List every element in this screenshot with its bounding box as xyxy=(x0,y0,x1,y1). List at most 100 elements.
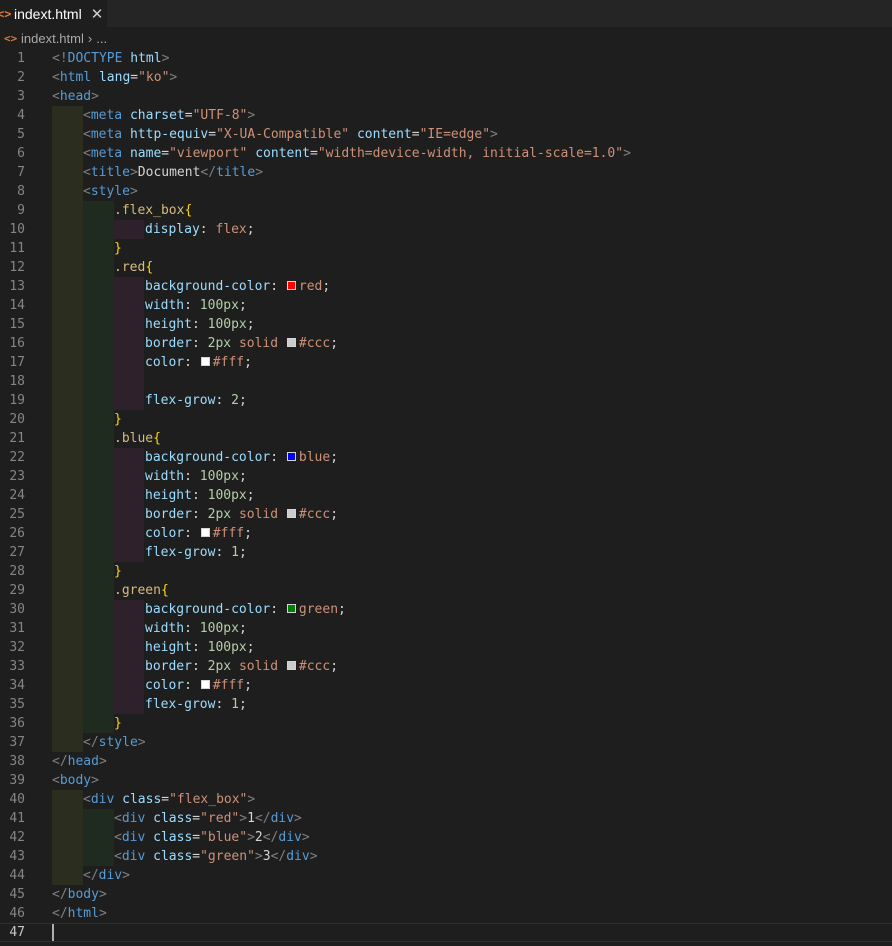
code-text: border: 2px solid #ccc; xyxy=(145,659,339,674)
code-text: border: 2px solid #ccc; xyxy=(145,336,339,351)
code-line[interactable]: 38 </head> xyxy=(0,752,892,771)
color-swatch-icon[interactable] xyxy=(286,281,296,290)
code-line[interactable]: 9 .flex_box{ xyxy=(0,201,892,220)
code-line[interactable]: 47 xyxy=(0,923,892,942)
code-line[interactable]: 15 height: 100px; xyxy=(0,315,892,334)
line-number: 16 xyxy=(9,336,25,351)
code-line[interactable]: 13 background-color: red; xyxy=(0,277,892,296)
code-text: height: 100px; xyxy=(145,317,255,332)
code-line[interactable]: 17 color: #fff; xyxy=(0,353,892,372)
code-line[interactable]: 31 width: 100px; xyxy=(0,619,892,638)
code-line[interactable]: 23 width: 100px; xyxy=(0,467,892,486)
code-line[interactable]: 12 .red{ xyxy=(0,258,892,277)
code-line[interactable]: 45 </body> xyxy=(0,885,892,904)
indent-guide xyxy=(114,543,144,562)
line-number: 41 xyxy=(9,811,25,826)
code-line[interactable]: 14 width: 100px; xyxy=(0,296,892,315)
indent-guide xyxy=(52,581,83,600)
code-text: color: #fff; xyxy=(145,678,252,693)
color-swatch-icon[interactable] xyxy=(200,357,210,366)
code-line[interactable]: 32 height: 100px; xyxy=(0,638,892,657)
code-line[interactable]: 28} xyxy=(0,562,892,581)
code-line[interactable]: 46 </html> xyxy=(0,904,892,923)
code-line[interactable]: 18 xyxy=(0,372,892,391)
line-number: 43 xyxy=(9,849,25,864)
code-line[interactable]: 3 <head> xyxy=(0,87,892,106)
color-swatch-icon[interactable] xyxy=(200,528,210,537)
code-line[interactable]: 30 background-color: green; xyxy=(0,600,892,619)
indent-guide xyxy=(52,201,83,220)
indent-guide xyxy=(52,524,83,543)
indent-guide xyxy=(52,847,83,866)
code-line[interactable]: 42 <div class="blue">2</div> xyxy=(0,828,892,847)
code-line[interactable]: 44 </div> xyxy=(0,866,892,885)
code-line[interactable]: 41 <div class="red">1</div> xyxy=(0,809,892,828)
code-line[interactable]: 20} xyxy=(0,410,892,429)
code-line[interactable]: 2 <html lang="ko"> xyxy=(0,68,892,87)
color-swatch-icon[interactable] xyxy=(286,604,296,613)
indent-guide xyxy=(83,277,114,296)
code-line[interactable]: 29 .green{ xyxy=(0,581,892,600)
code-line[interactable]: 36} xyxy=(0,714,892,733)
code-line[interactable]: 25 border: 2px solid #ccc; xyxy=(0,505,892,524)
indent-guide xyxy=(52,714,83,733)
line-number: 36 xyxy=(9,716,25,731)
code-text: <meta charset="UTF-8"> xyxy=(83,108,256,123)
code-line[interactable]: 40 <div class="flex_box"> xyxy=(0,790,892,809)
indent-guide xyxy=(52,144,83,163)
code-line[interactable]: 33 border: 2px solid #ccc; xyxy=(0,657,892,676)
color-swatch-icon[interactable] xyxy=(286,661,296,670)
code-line[interactable]: 34 color: #fff; xyxy=(0,676,892,695)
code-line[interactable]: 7 <title>Document</title> xyxy=(0,163,892,182)
code-line[interactable]: 39 <body> xyxy=(0,771,892,790)
code-line[interactable]: 6 <meta name="viewport" content="width=de… xyxy=(0,144,892,163)
code-line[interactable]: 26 color: #fff; xyxy=(0,524,892,543)
indent-guide xyxy=(114,467,144,486)
code-text: border: 2px solid #ccc; xyxy=(145,507,339,522)
line-number: 30 xyxy=(9,602,25,617)
breadcrumb-file[interactable]: indext.html xyxy=(21,31,84,46)
code-line[interactable]: 37 </style> xyxy=(0,733,892,752)
code-line[interactable]: 10 display: flex; xyxy=(0,220,892,239)
code-line[interactable]: 19 flex-grow: 2; xyxy=(0,391,892,410)
tab-indext-html[interactable]: <> indext.html ✕ xyxy=(0,0,107,27)
breadcrumb-more[interactable]: ... xyxy=(96,31,107,46)
code-line[interactable]: 8 <style> xyxy=(0,182,892,201)
code-line[interactable]: 43 <div class="green">3</div> xyxy=(0,847,892,866)
indent-guide xyxy=(114,220,144,239)
code-text: width: 100px; xyxy=(145,469,247,484)
code-line[interactable]: 16 border: 2px solid #ccc; xyxy=(0,334,892,353)
color-swatch-icon[interactable] xyxy=(286,452,296,461)
code-editor[interactable]: 1 <!DOCTYPE html> 2 <html lang="ko"> 3 <head>… xyxy=(0,49,892,946)
code-line[interactable]: 35 flex-grow: 1; xyxy=(0,695,892,714)
line-number: 21 xyxy=(9,431,25,446)
code-line[interactable]: 11} xyxy=(0,239,892,258)
indent-guide xyxy=(83,809,114,828)
indent-guide xyxy=(83,714,114,733)
close-icon[interactable]: ✕ xyxy=(91,5,104,23)
indent-guide xyxy=(83,429,114,448)
code-text: <style> xyxy=(83,184,138,199)
indent-guide xyxy=(83,334,114,353)
code-line[interactable]: 1 <!DOCTYPE html> xyxy=(0,49,892,68)
indent-guide xyxy=(114,524,144,543)
color-swatch-icon[interactable] xyxy=(286,338,296,347)
line-number: 38 xyxy=(9,754,25,769)
code-line[interactable]: 21 .blue{ xyxy=(0,429,892,448)
color-swatch-icon[interactable] xyxy=(286,509,296,518)
indent-guide xyxy=(83,524,114,543)
code-line[interactable]: 5 <meta http-equiv="X-UA-Compatible" cont… xyxy=(0,125,892,144)
line-number: 6 xyxy=(17,146,25,161)
line-number: 23 xyxy=(9,469,25,484)
line-number: 8 xyxy=(17,184,25,199)
color-swatch-icon[interactable] xyxy=(200,680,210,689)
code-text: width: 100px; xyxy=(145,621,247,636)
code-line[interactable]: 24 height: 100px; xyxy=(0,486,892,505)
indent-guide xyxy=(114,486,144,505)
code-line[interactable]: 4 <meta charset="UTF-8"> xyxy=(0,106,892,125)
line-number: 17 xyxy=(9,355,25,370)
code-line[interactable]: 27 flex-grow: 1; xyxy=(0,543,892,562)
code-line[interactable]: 22 background-color: blue; xyxy=(0,448,892,467)
code-text: <body> xyxy=(52,773,99,788)
code-text: </style> xyxy=(83,735,146,750)
